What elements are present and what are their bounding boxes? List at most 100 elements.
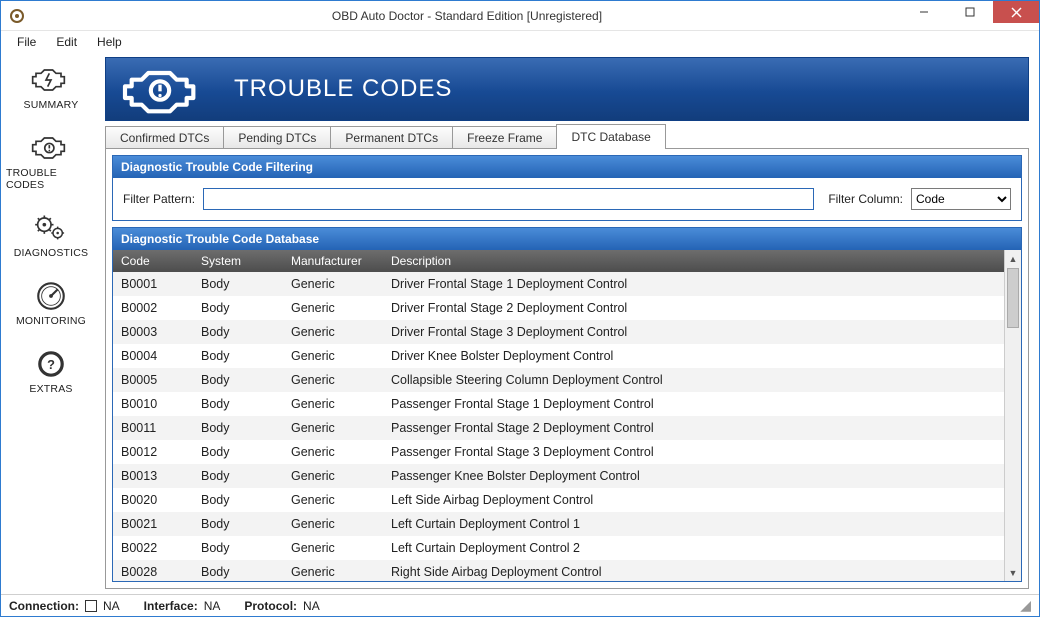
table-row[interactable]: B0002BodyGenericDriver Frontal Stage 2 D…	[113, 296, 1004, 320]
cell-description: Passenger Frontal Stage 2 Deployment Con…	[383, 421, 1004, 435]
cell-code: B0013	[113, 469, 193, 483]
sidebar-item-extras[interactable]: ? EXTRAS	[6, 343, 96, 401]
close-button[interactable]	[993, 1, 1039, 23]
gears-icon	[31, 213, 71, 243]
sidebar-item-label: SUMMARY	[24, 99, 79, 111]
tab-pending-dtcs[interactable]: Pending DTCs	[223, 126, 331, 149]
col-description[interactable]: Description	[383, 254, 1004, 268]
scroll-thumb[interactable]	[1007, 268, 1019, 328]
col-manufacturer[interactable]: Manufacturer	[283, 254, 383, 268]
cell-system: Body	[193, 421, 283, 435]
app-icon	[9, 8, 25, 24]
tab-dtc-database[interactable]: DTC Database	[556, 124, 665, 149]
status-protocol-label: Protocol:	[244, 599, 297, 613]
resize-grip-icon[interactable]: ◢	[1020, 597, 1031, 614]
col-code[interactable]: Code	[113, 254, 193, 268]
cell-description: Driver Knee Bolster Deployment Control	[383, 349, 1004, 363]
sidebar-item-diagnostics[interactable]: DIAGNOSTICS	[6, 207, 96, 265]
cell-system: Body	[193, 493, 283, 507]
cell-system: Body	[193, 565, 283, 579]
minimize-button[interactable]	[901, 1, 947, 23]
window-title: OBD Auto Doctor - Standard Edition [Unre…	[33, 9, 901, 23]
section-header: TROUBLE CODES	[105, 57, 1029, 121]
cell-description: Collapsible Steering Column Deployment C…	[383, 373, 1004, 387]
table-row[interactable]: B0021BodyGenericLeft Curtain Deployment …	[113, 512, 1004, 536]
status-connection-value: NA	[103, 599, 120, 613]
app-window: OBD Auto Doctor - Standard Edition [Unre…	[0, 0, 1040, 617]
col-system[interactable]: System	[193, 254, 283, 268]
cell-description: Left Curtain Deployment Control 2	[383, 541, 1004, 555]
menu-bar: File Edit Help	[1, 31, 1039, 53]
cell-system: Body	[193, 541, 283, 555]
cell-code: B0002	[113, 301, 193, 315]
sidebar-item-label: DIAGNOSTICS	[14, 247, 89, 259]
cell-code: B0001	[113, 277, 193, 291]
table-row[interactable]: B0012BodyGenericPassenger Frontal Stage …	[113, 440, 1004, 464]
table-row[interactable]: B0005BodyGenericCollapsible Steering Col…	[113, 368, 1004, 392]
table-row[interactable]: B0020BodyGenericLeft Side Airbag Deploym…	[113, 488, 1004, 512]
cell-manufacturer: Generic	[283, 325, 383, 339]
cell-code: B0003	[113, 325, 193, 339]
cell-code: B0020	[113, 493, 193, 507]
cell-system: Body	[193, 325, 283, 339]
scroll-up-icon[interactable]: ▲	[1005, 250, 1021, 267]
titlebar: OBD Auto Doctor - Standard Edition [Unre…	[1, 1, 1039, 31]
sidebar-item-summary[interactable]: SUMMARY	[6, 59, 96, 117]
tab-panel: Diagnostic Trouble Code Filtering Filter…	[105, 148, 1029, 589]
tab-permanent-dtcs[interactable]: Permanent DTCs	[330, 126, 453, 149]
table-row[interactable]: B0001BodyGenericDriver Frontal Stage 1 D…	[113, 272, 1004, 296]
section-title: TROUBLE CODES	[234, 75, 452, 103]
cell-manufacturer: Generic	[283, 277, 383, 291]
cell-manufacturer: Generic	[283, 397, 383, 411]
database-panel-title: Diagnostic Trouble Code Database	[113, 228, 1021, 250]
table-row[interactable]: B0004BodyGenericDriver Knee Bolster Depl…	[113, 344, 1004, 368]
table-row[interactable]: B0013BodyGenericPassenger Knee Bolster D…	[113, 464, 1004, 488]
cell-system: Body	[193, 469, 283, 483]
sidebar-item-monitoring[interactable]: MONITORING	[6, 275, 96, 333]
cell-description: Passenger Knee Bolster Deployment Contro…	[383, 469, 1004, 483]
cell-description: Driver Frontal Stage 2 Deployment Contro…	[383, 301, 1004, 315]
cell-system: Body	[193, 277, 283, 291]
grid-header: Code System Manufacturer Description	[113, 250, 1004, 272]
table-row[interactable]: B0003BodyGenericDriver Frontal Stage 3 D…	[113, 320, 1004, 344]
status-bar: Connection: NA Interface: NA Protocol: N…	[1, 594, 1039, 616]
filter-pattern-input[interactable]	[203, 188, 814, 210]
cell-description: Left Side Airbag Deployment Control	[383, 493, 1004, 507]
cell-system: Body	[193, 445, 283, 459]
table-row[interactable]: B0028BodyGenericRight Side Airbag Deploy…	[113, 560, 1004, 581]
cell-system: Body	[193, 397, 283, 411]
vertical-scrollbar[interactable]: ▲ ▼	[1004, 250, 1021, 581]
cell-code: B0005	[113, 373, 193, 387]
filter-column-select[interactable]: Code	[911, 188, 1011, 210]
menu-file[interactable]: File	[9, 33, 44, 51]
status-connection-label: Connection:	[9, 599, 79, 613]
tab-freeze-frame[interactable]: Freeze Frame	[452, 126, 557, 149]
cell-system: Body	[193, 301, 283, 315]
status-protocol-value: NA	[303, 599, 320, 613]
table-row[interactable]: B0022BodyGenericLeft Curtain Deployment …	[113, 536, 1004, 560]
tab-confirmed-dtcs[interactable]: Confirmed DTCs	[105, 126, 224, 149]
table-row[interactable]: B0011BodyGenericPassenger Frontal Stage …	[113, 416, 1004, 440]
cell-code: B0022	[113, 541, 193, 555]
menu-help[interactable]: Help	[89, 33, 130, 51]
status-connection: Connection: NA	[9, 599, 120, 613]
filter-panel-title: Diagnostic Trouble Code Filtering	[113, 156, 1021, 178]
scroll-down-icon[interactable]: ▼	[1005, 564, 1021, 581]
cell-manufacturer: Generic	[283, 493, 383, 507]
menu-edit[interactable]: Edit	[48, 33, 85, 51]
filter-column-label: Filter Column:	[828, 192, 903, 206]
question-icon: ?	[31, 349, 71, 379]
table-row[interactable]: B0010BodyGenericPassenger Frontal Stage …	[113, 392, 1004, 416]
gauge-icon	[31, 281, 71, 311]
cell-manufacturer: Generic	[283, 469, 383, 483]
cell-manufacturer: Generic	[283, 541, 383, 555]
dtc-grid: Code System Manufacturer Description B00…	[113, 250, 1004, 581]
content-area: TROUBLE CODES Confirmed DTCs Pending DTC…	[101, 53, 1039, 594]
maximize-button[interactable]	[947, 1, 993, 23]
cell-code: B0012	[113, 445, 193, 459]
cell-system: Body	[193, 517, 283, 531]
connection-checkbox[interactable]	[85, 600, 97, 612]
cell-manufacturer: Generic	[283, 301, 383, 315]
sidebar-item-trouble-codes[interactable]: TROUBLE CODES	[6, 127, 96, 197]
cell-manufacturer: Generic	[283, 349, 383, 363]
